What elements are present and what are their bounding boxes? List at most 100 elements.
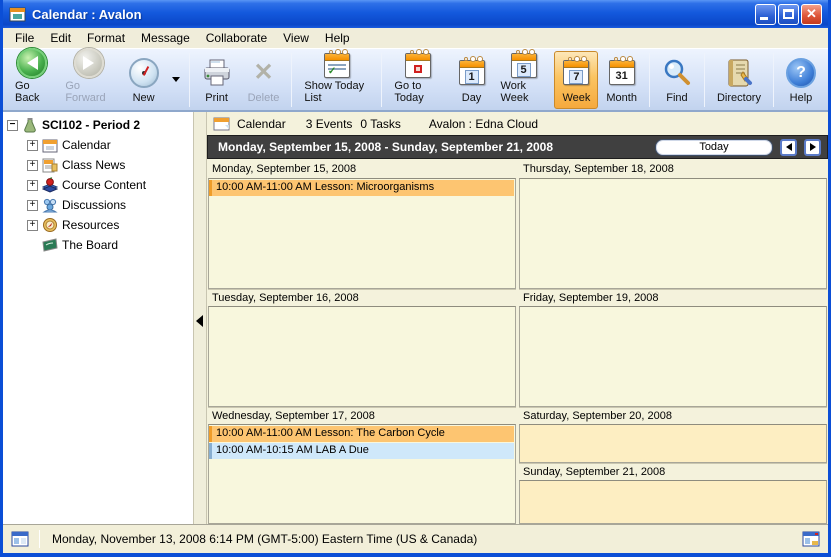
day-header: Tuesday, September 16, 2008 <box>208 289 516 306</box>
chalkboard-icon <box>42 237 58 253</box>
calendar-panel: Calendar 3 Events 0 Tasks Avalon : Edna … <box>206 112 828 524</box>
menu-edit[interactable]: Edit <box>42 29 79 47</box>
day-view-button[interactable]: 1 Day <box>451 51 493 109</box>
day-body[interactable] <box>519 178 827 289</box>
day-body[interactable]: 10:00 AM-11:00 AM Lesson: Microorganisms <box>208 178 516 289</box>
sidebar-tree: − SCI102 - Period 2 + Calendar + <box>3 112 193 524</box>
day-saturday: Saturday, September 20, 2008 <box>519 407 827 463</box>
today-button[interactable]: Today <box>655 139 773 156</box>
week-range-bar: Monday, September 15, 2008 - Sunday, Sep… <box>207 135 828 159</box>
day-header: Thursday, September 18, 2008 <box>519 161 827 178</box>
status-bar: Monday, November 13, 2008 6:14 PM (GMT-5… <box>3 524 828 553</box>
close-button[interactable]: ✕ <box>801 4 822 25</box>
maximize-button[interactable] <box>778 4 799 25</box>
new-clock-icon <box>129 58 159 88</box>
show-today-list-button[interactable]: ✓ Show Today List <box>296 51 377 109</box>
day-body[interactable] <box>519 480 827 524</box>
sidebar-item-calendar[interactable]: + Calendar <box>3 135 193 155</box>
calendar-event[interactable]: 10:00 AM-11:00 AM Lesson: The Carbon Cyc… <box>209 426 514 442</box>
day-body[interactable]: 10:00 AM-11:00 AM Lesson: The Carbon Cyc… <box>208 424 516 524</box>
expand-plus-icon[interactable]: + <box>27 200 38 211</box>
go-back-button[interactable]: Go Back <box>7 51 57 109</box>
sidebar-item-resources[interactable]: + Resources <box>3 215 193 235</box>
work-week-calendar-icon: 5 <box>511 53 537 78</box>
books-apple-icon <box>42 177 58 193</box>
collapse-minus-icon[interactable]: − <box>7 120 18 131</box>
day-body[interactable] <box>208 306 516 407</box>
day-body[interactable] <box>519 424 827 463</box>
menu-file[interactable]: File <box>7 29 42 47</box>
toolbar-separator <box>189 53 190 107</box>
previous-week-button[interactable] <box>780 139 797 156</box>
flask-icon <box>22 117 38 133</box>
chevron-right-icon <box>810 143 816 151</box>
calendar-event[interactable]: 10:00 AM-11:00 AM Lesson: Microorganisms <box>209 180 514 196</box>
day-tuesday: Tuesday, September 16, 2008 <box>208 289 516 407</box>
day-sunday: Sunday, September 21, 2008 <box>519 463 827 524</box>
title-bar: Calendar : Avalon ✕ <box>3 0 828 28</box>
day-calendar-icon: 1 <box>459 60 485 85</box>
toolbar-separator <box>381 53 382 107</box>
new-button[interactable]: New <box>121 51 167 109</box>
pane-splitter[interactable] <box>193 112 206 524</box>
today-list-icon: ✓ <box>324 53 350 78</box>
go-back-icon <box>17 48 47 78</box>
window-title: Calendar : Avalon <box>32 7 142 22</box>
week-view-button[interactable]: 7 Week <box>554 51 598 109</box>
sidebar-item-course-content[interactable]: + Course Content <box>3 175 193 195</box>
expand-plus-icon[interactable]: + <box>27 220 38 231</box>
help-question-icon: ? <box>786 58 816 88</box>
calendar-event[interactable]: 10:00 AM-10:15 AM LAB A Due <box>209 443 514 459</box>
find-button[interactable]: Find <box>654 51 700 109</box>
new-dropdown-button[interactable] <box>167 51 185 109</box>
next-week-button[interactable] <box>804 139 821 156</box>
expand-plus-icon[interactable]: + <box>27 160 38 171</box>
go-forward-icon <box>74 48 104 78</box>
sidebar-item-discussions[interactable]: + Discussions <box>3 195 193 215</box>
delete-x-icon: ✕ <box>253 61 273 85</box>
splitter-collapse-icon[interactable] <box>196 315 203 327</box>
minimize-button[interactable] <box>755 4 776 25</box>
help-button[interactable]: ? Help <box>778 51 824 109</box>
sidebar-root-sci102[interactable]: − SCI102 - Period 2 <box>3 115 193 135</box>
go-forward-button: Go Forward <box>57 51 120 109</box>
infobar-title: Calendar <box>237 117 286 131</box>
menu-help[interactable]: Help <box>317 29 358 47</box>
sidebar-item-the-board[interactable]: The Board <box>3 235 193 255</box>
work-week-view-button[interactable]: 5 Work Week <box>493 51 555 109</box>
go-to-today-button[interactable]: Go to Today <box>386 51 450 109</box>
day-header: Sunday, September 21, 2008 <box>519 463 827 480</box>
directory-button[interactable]: Directory <box>709 51 769 109</box>
menu-format[interactable]: Format <box>79 29 133 47</box>
delete-button: ✕ Delete <box>240 51 288 109</box>
menu-message[interactable]: Message <box>133 29 198 47</box>
week-grid-left-column: Monday, September 15, 2008 10:00 AM-11:0… <box>208 161 516 523</box>
print-button[interactable]: Print <box>194 51 240 109</box>
toolbar-separator <box>773 53 774 107</box>
panel-layout-icon[interactable] <box>802 531 820 547</box>
day-wednesday: Wednesday, September 17, 2008 10:00 AM-1… <box>208 407 516 524</box>
expand-plus-icon[interactable]: + <box>27 140 38 151</box>
app-window: Calendar : Avalon ✕ File Edit Format Mes… <box>0 0 831 557</box>
menu-collaborate[interactable]: Collaborate <box>198 29 275 47</box>
day-header: Friday, September 19, 2008 <box>519 289 827 306</box>
printer-icon <box>202 59 232 87</box>
main-area: − SCI102 - Period 2 + Calendar + <box>3 112 828 524</box>
week-grid: Monday, September 15, 2008 10:00 AM-11:0… <box>207 159 828 524</box>
menu-view[interactable]: View <box>275 29 317 47</box>
day-body[interactable] <box>519 306 827 407</box>
tasks-count: 0 Tasks <box>360 117 400 131</box>
compass-icon <box>42 217 58 233</box>
day-header: Monday, September 15, 2008 <box>208 161 516 178</box>
toolbar-separator <box>704 53 705 107</box>
expand-plus-icon[interactable]: + <box>27 180 38 191</box>
window-frame-bottom <box>3 553 828 557</box>
sidebar-item-class-news[interactable]: + Class News <box>3 155 193 175</box>
day-monday: Monday, September 15, 2008 10:00 AM-11:0… <box>208 161 516 289</box>
toolbar-separator <box>291 53 292 107</box>
split-view-icon[interactable] <box>11 531 29 547</box>
month-view-button[interactable]: 31 Month <box>598 51 645 109</box>
status-divider <box>39 530 40 548</box>
toolbar: Go Back Go Forward New Pri <box>3 48 828 112</box>
server-user-context: Avalon : Edna Cloud <box>429 117 538 131</box>
